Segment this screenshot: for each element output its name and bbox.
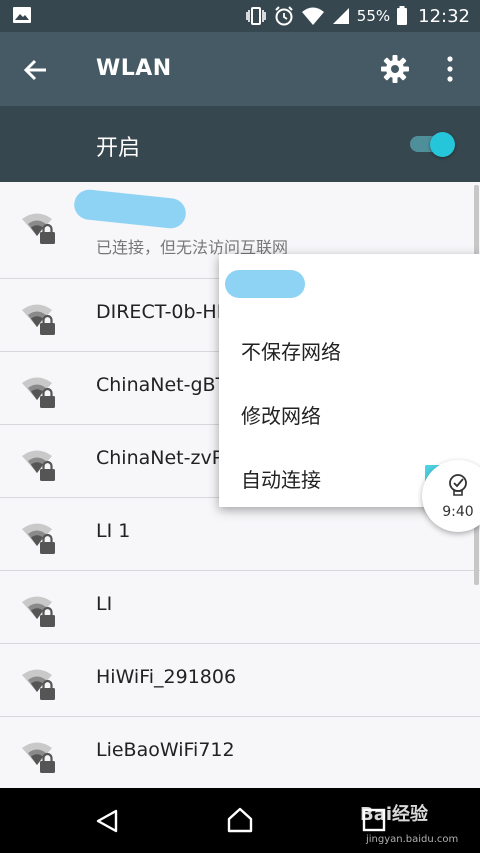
watermark-logo: Bai经验	[360, 804, 429, 825]
network-name: LieBaoWiFi712	[96, 739, 235, 761]
network-item[interactable]: HiWiFi_291806	[0, 644, 480, 717]
menu-item-forget-network[interactable]: 不保存网络	[241, 336, 341, 365]
network-name: HiWiFi_291806	[96, 666, 237, 688]
menu-item-auto-connect[interactable]: 自动连接	[241, 464, 321, 493]
watermark-url: jingyan.baidu.com	[366, 834, 459, 845]
wlan-switch-bar: 开启	[0, 106, 480, 182]
network-name: ChinaNet-gBT	[96, 374, 228, 396]
status-clock: 12:32	[418, 5, 470, 27]
wifi-lock-icon	[22, 742, 55, 773]
redacted-menu-title	[225, 270, 305, 298]
menu-item-modify-network[interactable]: 修改网络	[241, 400, 321, 429]
network-name: ChinaNet-zvP	[96, 447, 224, 469]
lightbulb-icon	[449, 474, 467, 496]
app-bar: WLAN	[0, 32, 480, 106]
wlan-toggle[interactable]	[410, 132, 456, 157]
wifi-lock-icon	[22, 377, 55, 408]
battery-percent: 55%	[356, 7, 391, 25]
gear-icon[interactable]	[380, 54, 410, 84]
battery-icon	[397, 6, 408, 25]
network-name: LI 1	[96, 520, 131, 542]
floating-widget-time: 9:40	[442, 504, 474, 520]
wifi-lock-icon	[22, 596, 55, 627]
back-nav-icon[interactable]	[94, 808, 120, 834]
wifi-lock-icon	[22, 669, 55, 700]
wifi-lock-icon	[22, 523, 55, 554]
redacted-network-name	[72, 188, 188, 230]
alarm-icon	[275, 6, 293, 26]
page-title: WLAN	[96, 56, 172, 81]
image-icon	[13, 7, 31, 23]
wifi-lock-icon	[22, 304, 55, 335]
vibrate-icon	[245, 7, 266, 25]
more-vert-icon[interactable]	[440, 54, 460, 84]
network-name: LI	[96, 593, 113, 615]
wifi-lock-icon	[22, 213, 55, 244]
back-arrow-icon[interactable]	[22, 56, 50, 84]
signal-icon	[332, 8, 349, 24]
status-bar: 55% 12:32	[0, 0, 480, 32]
network-item[interactable]: LI	[0, 571, 480, 644]
wifi-lock-icon	[22, 450, 55, 481]
status-icons: 55% 12:32	[245, 0, 470, 32]
network-name: DIRECT-0b-HP	[96, 301, 229, 323]
toggle-thumb	[430, 132, 455, 157]
network-item[interactable]: LI 1	[0, 498, 480, 571]
wifi-icon	[301, 7, 324, 25]
network-item[interactable]: LieBaoWiFi712	[0, 717, 480, 790]
wlan-switch-label: 开启	[96, 136, 141, 161]
home-nav-icon[interactable]	[226, 806, 254, 834]
